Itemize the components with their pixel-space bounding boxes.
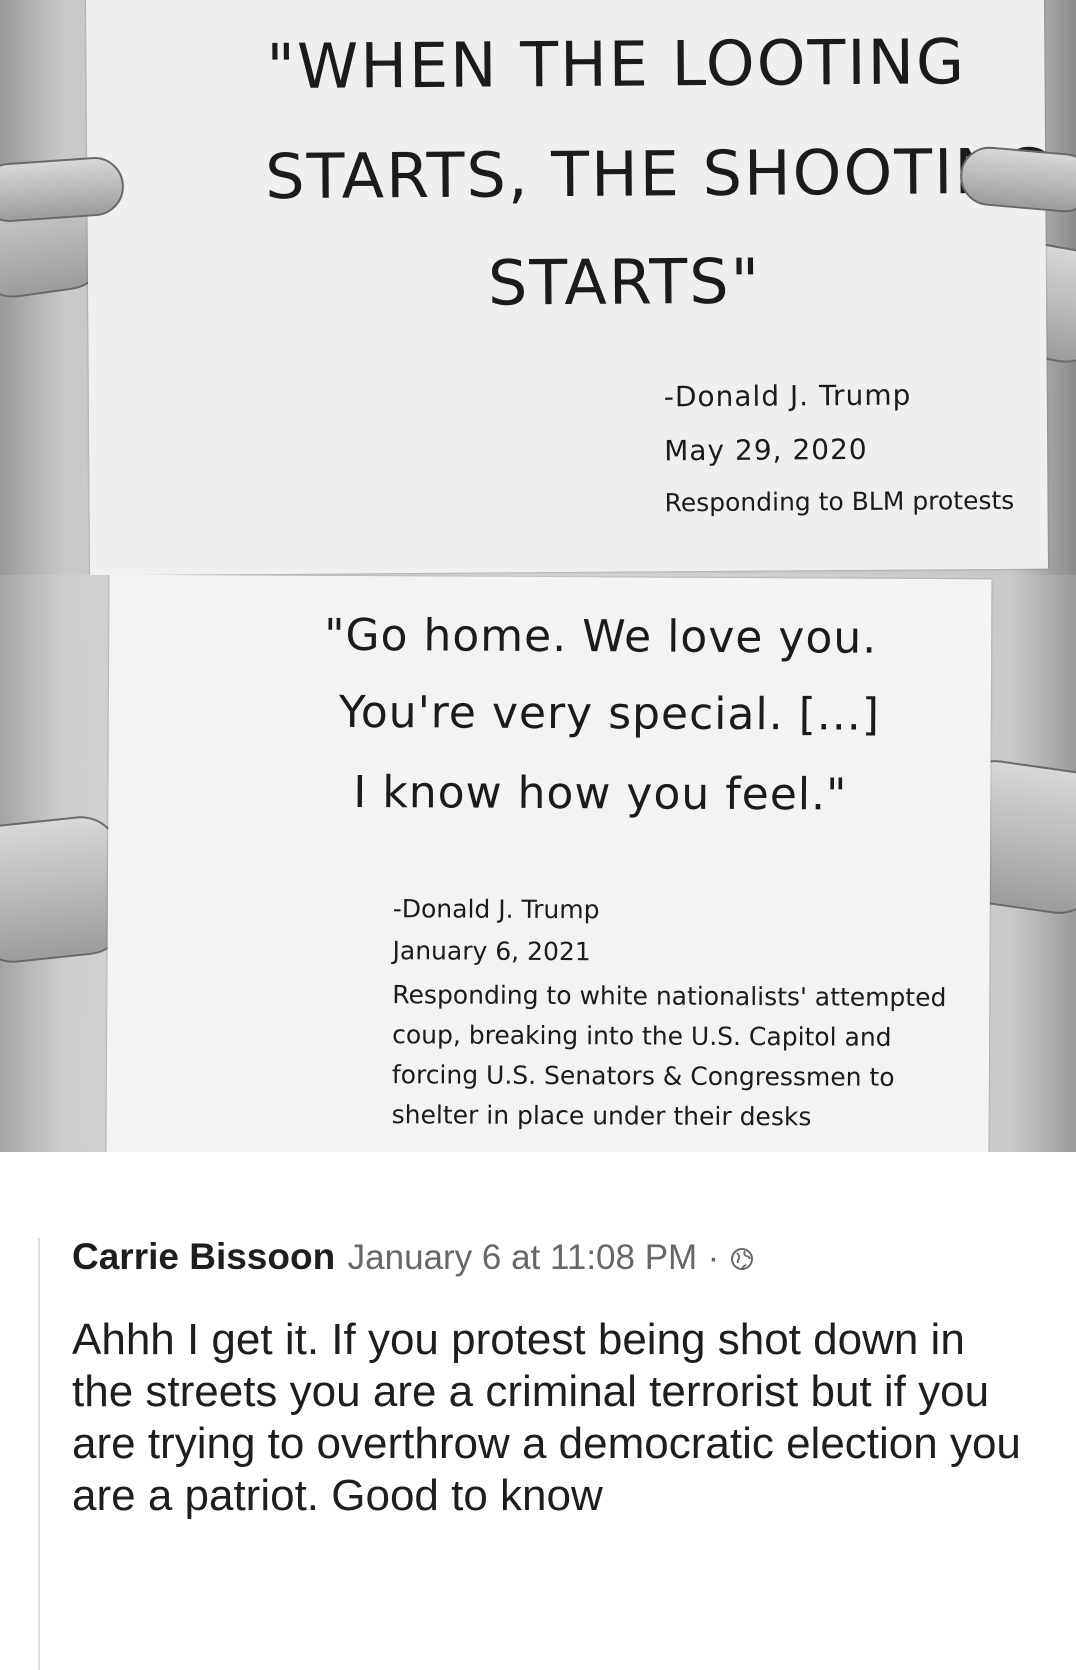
sign: "WHEN THE LOOTING STARTS, THE SHOOTING S… <box>85 0 1053 575</box>
meta-separator: · <box>707 1238 720 1277</box>
sign-quote-line: I know how you feel." <box>353 766 848 821</box>
comment-author-name[interactable]: Carrie Bissoon <box>72 1236 335 1277</box>
sign-attribution-line: -Donald J. Trump <box>663 378 912 414</box>
sign-quote-line: STARTS" <box>487 244 762 320</box>
sign-attribution-line: coup, breaking into the U.S. Capitol and <box>392 1020 892 1052</box>
protest-sign-photo-2: "Go home. We love you. You're very speci… <box>0 575 1076 1152</box>
sign-quote-line: You're very special. [...] <box>338 686 881 741</box>
comment-header: Carrie Bissoon January 6 at 11:08 PM · <box>72 1238 754 1275</box>
sign-attribution-line: May 29, 2020 <box>664 432 868 468</box>
sign-attribution-line: Responding to white nationalists' attemp… <box>392 980 947 1013</box>
protest-sign-photo-1: "WHEN THE LOOTING STARTS, THE SHOOTING S… <box>0 0 1076 575</box>
sign-attribution-line: forcing U.S. Senators & Congressmen to <box>391 1060 895 1092</box>
comment-text: Ahhh I get it. If you protest being shot… <box>72 1315 1021 1520</box>
sign-attribution-line: January 6, 2021 <box>392 936 591 967</box>
globe-icon[interactable] <box>730 1247 754 1271</box>
sign-attribution-line: Responding to BLM protests <box>664 485 1015 518</box>
comment: Carrie Bissoon January 6 at 11:08 PM · A… <box>38 1238 1050 1670</box>
sign-attribution-line: shelter in place under their desks <box>391 1100 812 1132</box>
sign: "Go home. We love you. You're very speci… <box>106 575 992 1152</box>
comment-timestamp[interactable]: January 6 at 11:08 PM <box>348 1238 698 1277</box>
sign-attribution-line: -Donald J. Trump <box>392 894 600 925</box>
sign-quote-line: STARTS, THE SHOOTING <box>264 134 1054 214</box>
sign-quote-line: "WHEN THE LOOTING <box>266 25 967 104</box>
sign-quote-line: "Go home. We love you. <box>324 609 878 664</box>
